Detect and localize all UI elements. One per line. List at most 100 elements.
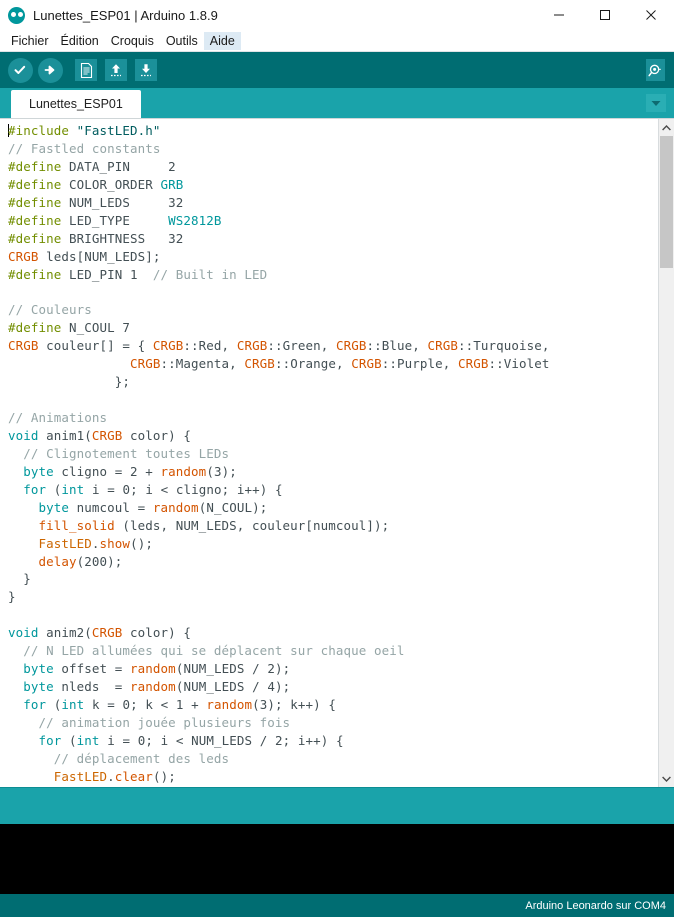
code-line: byte offset = random(NUM_LEDS / 2); bbox=[8, 660, 658, 678]
code-token: anim2( bbox=[38, 625, 92, 641]
arrow-right-icon bbox=[44, 65, 55, 75]
code-token: ::Purple, bbox=[381, 356, 458, 372]
code-token: // N LED allumées qui se déplacent sur c… bbox=[23, 643, 405, 659]
code-token: (N_COUL); bbox=[198, 499, 268, 515]
code-token: . bbox=[91, 535, 100, 551]
code-line: #define N_COUL 7 bbox=[8, 319, 658, 337]
code-line: #define COLOR_ORDER GRB bbox=[8, 176, 658, 194]
code-token: DATA_PIN 2 bbox=[61, 158, 176, 174]
code-token: ::Turquoise, bbox=[458, 338, 550, 354]
tab-menu-button[interactable] bbox=[646, 94, 666, 112]
serial-monitor-button[interactable] bbox=[646, 56, 674, 84]
code-token: LED_TYPE bbox=[61, 212, 169, 228]
code-token: BRIGHTNESS 32 bbox=[61, 230, 184, 246]
magnifier-icon bbox=[648, 64, 662, 76]
code-token: FastLED bbox=[53, 768, 108, 784]
open-button[interactable] bbox=[102, 56, 130, 84]
code-line: byte nleds = random(NUM_LEDS / 4); bbox=[8, 678, 658, 696]
code-token: ::Orange, bbox=[274, 356, 352, 372]
code-token: void bbox=[8, 427, 39, 443]
code-token: CRGB bbox=[457, 356, 489, 372]
minimize-icon bbox=[554, 14, 564, 16]
code-token: random bbox=[152, 499, 199, 515]
title-bar-left: Lunettes_ESP01 | Arduino 1.8.9 bbox=[0, 6, 536, 24]
code-token: COLOR_ORDER bbox=[61, 176, 161, 192]
code-token: // Couleurs bbox=[8, 302, 92, 318]
scrollbar-track[interactable] bbox=[659, 136, 674, 770]
code-token: #define bbox=[8, 266, 62, 282]
code-token: void bbox=[8, 625, 39, 641]
code-token: (200); bbox=[76, 553, 123, 569]
scrollbar-thumb[interactable] bbox=[660, 136, 673, 268]
console-output[interactable] bbox=[0, 824, 674, 894]
code-token: byte bbox=[23, 661, 54, 677]
code-token: ::Red, bbox=[183, 338, 237, 354]
arrow-down-icon bbox=[141, 63, 151, 76]
minimize-button[interactable] bbox=[536, 0, 582, 30]
toolbar-main-buttons bbox=[0, 56, 160, 84]
menu-item-edition[interactable]: Édition bbox=[55, 32, 105, 50]
chevron-down-icon bbox=[662, 776, 671, 782]
scroll-down-button[interactable] bbox=[659, 770, 674, 787]
menu-item-aide[interactable]: Aide bbox=[203, 31, 241, 50]
code-token: CRGB bbox=[152, 338, 184, 354]
code-line: // Fastled constants bbox=[8, 140, 658, 158]
code-token: ::Magenta, bbox=[160, 356, 245, 372]
code-token: for bbox=[38, 732, 62, 748]
code-token: } bbox=[8, 589, 16, 605]
close-button[interactable] bbox=[628, 0, 674, 30]
code-token: fill_solid bbox=[38, 517, 115, 533]
code-token: byte bbox=[23, 679, 54, 695]
code-line: } bbox=[8, 570, 658, 588]
status-bar: Arduino Leonardo sur COM4 bbox=[0, 894, 674, 917]
tab-lunettes-esp01[interactable]: Lunettes_ESP01 bbox=[11, 90, 141, 118]
scroll-up-button[interactable] bbox=[659, 119, 674, 136]
code-token: byte bbox=[23, 463, 54, 479]
code-line: for (int k = 0; k < 1 + random(3); k++) … bbox=[8, 696, 658, 714]
code-editor[interactable]: #include "FastLED.h"// Fastled constants… bbox=[0, 119, 658, 787]
code-token: CRGB bbox=[91, 625, 123, 641]
code-line: // N LED allumées qui se déplacent sur c… bbox=[8, 642, 658, 660]
code-token: i = 0; i < NUM_LEDS / 2; i++) { bbox=[99, 732, 344, 748]
chevron-down-icon bbox=[651, 100, 661, 106]
editor-vertical-scrollbar[interactable] bbox=[658, 119, 674, 787]
status-message-strip bbox=[0, 787, 674, 824]
arrow-up-icon bbox=[111, 63, 121, 76]
code-line: #define LED_PIN 1 // Built in LED bbox=[8, 266, 658, 284]
code-token: show bbox=[99, 535, 131, 551]
board-port-label: Arduino Leonardo sur COM4 bbox=[525, 899, 666, 912]
code-token: #define bbox=[8, 320, 62, 336]
code-line: CRGB couleur[] = { CRGB::Red, CRGB::Gree… bbox=[8, 337, 658, 355]
maximize-button[interactable] bbox=[582, 0, 628, 30]
code-token: numcoul = bbox=[69, 499, 153, 515]
code-token: offset = bbox=[53, 661, 131, 677]
code-token: anim1( bbox=[38, 427, 92, 443]
upload-button[interactable] bbox=[36, 56, 64, 84]
save-button[interactable] bbox=[132, 56, 160, 84]
code-token: CRGB bbox=[335, 338, 367, 354]
code-token: CRGB bbox=[8, 338, 39, 354]
code-token: ::Green, bbox=[267, 338, 336, 354]
code-token: (NUM_LEDS / 2); bbox=[175, 661, 291, 677]
chevron-up-icon bbox=[662, 124, 671, 130]
menu-item-outils[interactable]: Outils bbox=[160, 32, 204, 50]
code-token: ( bbox=[61, 732, 77, 748]
code-token: int bbox=[61, 481, 85, 497]
menu-item-croquis[interactable]: Croquis bbox=[105, 32, 160, 50]
verify-button[interactable] bbox=[6, 56, 34, 84]
code-line: fill_solid (leds, NUM_LEDS, couleur[numc… bbox=[8, 517, 658, 535]
new-button[interactable] bbox=[72, 56, 100, 84]
code-token: // déplacement des leds bbox=[53, 750, 230, 766]
code-token: CRGB bbox=[427, 338, 459, 354]
code-line: // Animations bbox=[8, 409, 658, 427]
menu-item-fichier[interactable]: Fichier bbox=[5, 32, 55, 50]
code-token: #define bbox=[8, 230, 62, 246]
code-token: ( bbox=[46, 697, 62, 712]
